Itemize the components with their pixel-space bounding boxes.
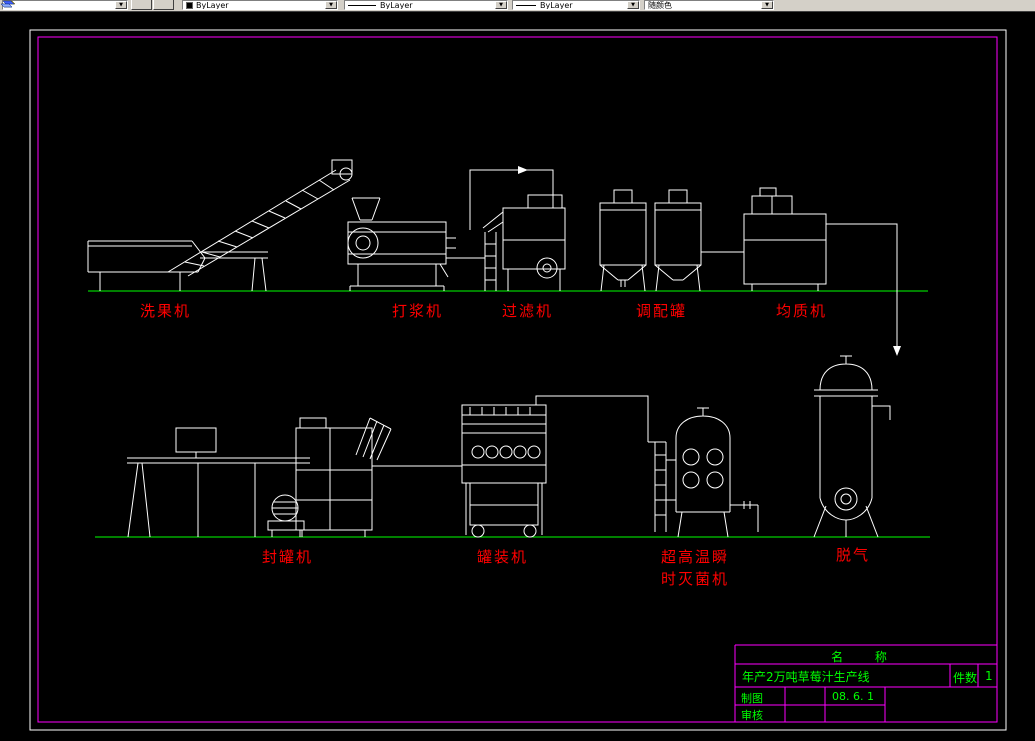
dropdown-arrow-icon[interactable]: ▼ bbox=[115, 1, 127, 9]
titleblock-qty-label[interactable]: 件数 bbox=[953, 669, 977, 686]
layers-icon bbox=[0, 0, 15, 8]
label-blending[interactable]: 调配罐 bbox=[636, 300, 687, 321]
flow-arrow-icon bbox=[518, 166, 528, 174]
plotstyle-dropdown[interactable]: 随颜色 ▼ bbox=[644, 0, 774, 10]
label-sterilizer-line1[interactable]: 超高温瞬 bbox=[661, 546, 729, 567]
inner-border-and-titleblock-lines[interactable] bbox=[37, 36, 998, 723]
color-swatch bbox=[186, 1, 193, 9]
blending-tanks-drawing[interactable] bbox=[599, 189, 702, 292]
dropdown-arrow-icon[interactable]: ▼ bbox=[761, 1, 773, 9]
homogenizer-drawing[interactable] bbox=[701, 187, 901, 356]
degasser-drawing[interactable] bbox=[813, 355, 891, 538]
sterilizer-drawing[interactable] bbox=[648, 407, 759, 538]
label-pulper[interactable]: 打浆机 bbox=[392, 300, 443, 321]
titleblock-product-title[interactable]: 年产2万吨草莓汁生产线 bbox=[742, 668, 870, 685]
label-degasser[interactable]: 脱气 bbox=[836, 544, 870, 565]
titleblock-checked-label[interactable]: 审核 bbox=[741, 707, 763, 723]
label-filter[interactable]: 过滤机 bbox=[502, 300, 553, 321]
ground-lines[interactable] bbox=[88, 290, 930, 538]
outer-border[interactable] bbox=[29, 29, 1007, 731]
label-homogenizer[interactable]: 均质机 bbox=[776, 300, 827, 321]
lineweight-dropdown[interactable]: ByLayer ▼ bbox=[512, 0, 640, 10]
cad-drawing bbox=[29, 29, 1007, 731]
cad-application-window: ▼ ByLayer ▼ ByLayer ▼ ByLayer ▼ 随颜色 ▼ 洗果… bbox=[0, 0, 1035, 741]
titleblock-qty-value[interactable]: 1 bbox=[985, 669, 993, 683]
linetype-dropdown[interactable]: ByLayer ▼ bbox=[344, 0, 508, 10]
filler-drawing[interactable] bbox=[461, 395, 649, 538]
pulper-drawing[interactable] bbox=[347, 197, 456, 291]
label-sterilizer-line2[interactable]: 时灭菌机 bbox=[661, 568, 729, 589]
titleblock-name-header[interactable]: 名 称 bbox=[735, 648, 997, 665]
drawing-canvas[interactable]: 洗果机 打浆机 过滤机 调配罐 均质机 封罐机 罐装机 超高温瞬 时灭菌机 脱气… bbox=[0, 0, 1035, 741]
plotstyle-value: 随颜色 bbox=[648, 0, 672, 10]
sealer-conveyor-drawing[interactable] bbox=[127, 417, 462, 538]
washer-drawing[interactable] bbox=[87, 159, 353, 292]
layer-properties-button[interactable] bbox=[0, 0, 174, 10]
linetype-sample-icon bbox=[348, 4, 376, 6]
dropdown-arrow-icon[interactable]: ▼ bbox=[325, 1, 337, 9]
dropdown-arrow-icon[interactable]: ▼ bbox=[495, 1, 507, 9]
linetype-value: ByLayer bbox=[380, 0, 413, 10]
color-dropdown[interactable]: ByLayer ▼ bbox=[182, 0, 338, 10]
toolbar: ▼ ByLayer ▼ ByLayer ▼ ByLayer ▼ 随颜色 ▼ bbox=[0, 0, 1035, 12]
label-filler[interactable]: 罐装机 bbox=[477, 546, 528, 567]
color-value: ByLayer bbox=[196, 0, 229, 10]
titleblock-date[interactable]: 08. 6. 1 bbox=[832, 690, 874, 703]
label-washer[interactable]: 洗果机 bbox=[140, 300, 191, 321]
titleblock-drafted-label[interactable]: 制图 bbox=[741, 690, 763, 706]
lineweight-value: ByLayer bbox=[540, 0, 573, 10]
dropdown-arrow-icon[interactable]: ▼ bbox=[627, 1, 639, 9]
filter-drawing[interactable] bbox=[446, 166, 566, 291]
flow-arrow-icon bbox=[893, 346, 901, 356]
label-sealer[interactable]: 封罐机 bbox=[262, 546, 313, 567]
lineweight-sample-icon bbox=[516, 4, 536, 6]
make-layer-current-button[interactable] bbox=[0, 0, 152, 10]
layer-dropdown[interactable]: ▼ bbox=[2, 0, 128, 10]
